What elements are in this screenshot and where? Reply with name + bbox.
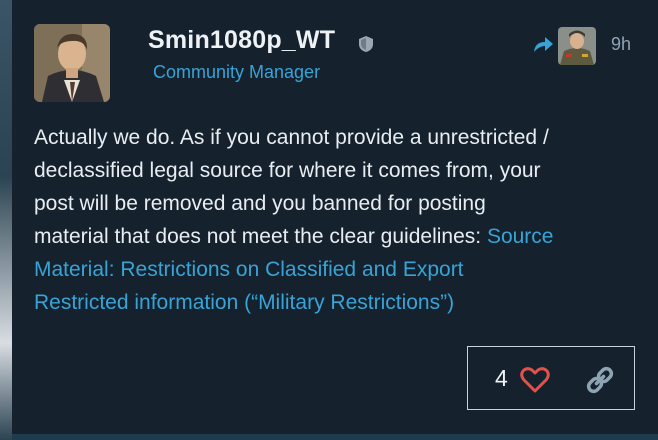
post-timestamp: 9h: [611, 34, 632, 54]
post-body-line-with-link: material that does not meet the clear gu…: [34, 220, 634, 253]
reply-to-portrait: [558, 27, 596, 65]
post-body-text: material that does not meet the clear gu…: [34, 225, 487, 248]
user-role: Community Manager: [153, 62, 321, 82]
username[interactable]: Smin1080p_WT: [148, 26, 335, 55]
link-icon[interactable]: [584, 364, 616, 396]
post-actions: 4: [467, 346, 635, 410]
forum-post: Smin1080p_WT Community Manager 9h Actual…: [12, 0, 658, 440]
post-body: Actually we do. As if you cannot provide…: [34, 121, 634, 319]
heart-icon[interactable]: [520, 367, 550, 393]
shield-icon: [359, 36, 373, 52]
post-body-line: Actually we do. As if you cannot provide…: [34, 126, 549, 149]
guidelines-link[interactable]: Restricted information (“Military Restri…: [34, 286, 634, 319]
adjacent-window-edge: [0, 0, 12, 440]
guidelines-link[interactable]: Material: Restrictions on Classified and…: [34, 253, 634, 286]
screenshot-frame: Smin1080p_WT Community Manager 9h Actual…: [0, 0, 658, 440]
avatar[interactable]: [34, 24, 110, 102]
post-body-line: declassified legal source for where it c…: [34, 159, 541, 182]
post-body-line: post will be removed and you banned for …: [34, 192, 486, 215]
like-count: 4: [495, 365, 508, 391]
reply-arrow-icon[interactable]: [531, 34, 555, 56]
reply-to-avatar[interactable]: [558, 27, 596, 65]
guidelines-link[interactable]: Source: [487, 225, 554, 248]
avatar-portrait: [34, 24, 110, 102]
